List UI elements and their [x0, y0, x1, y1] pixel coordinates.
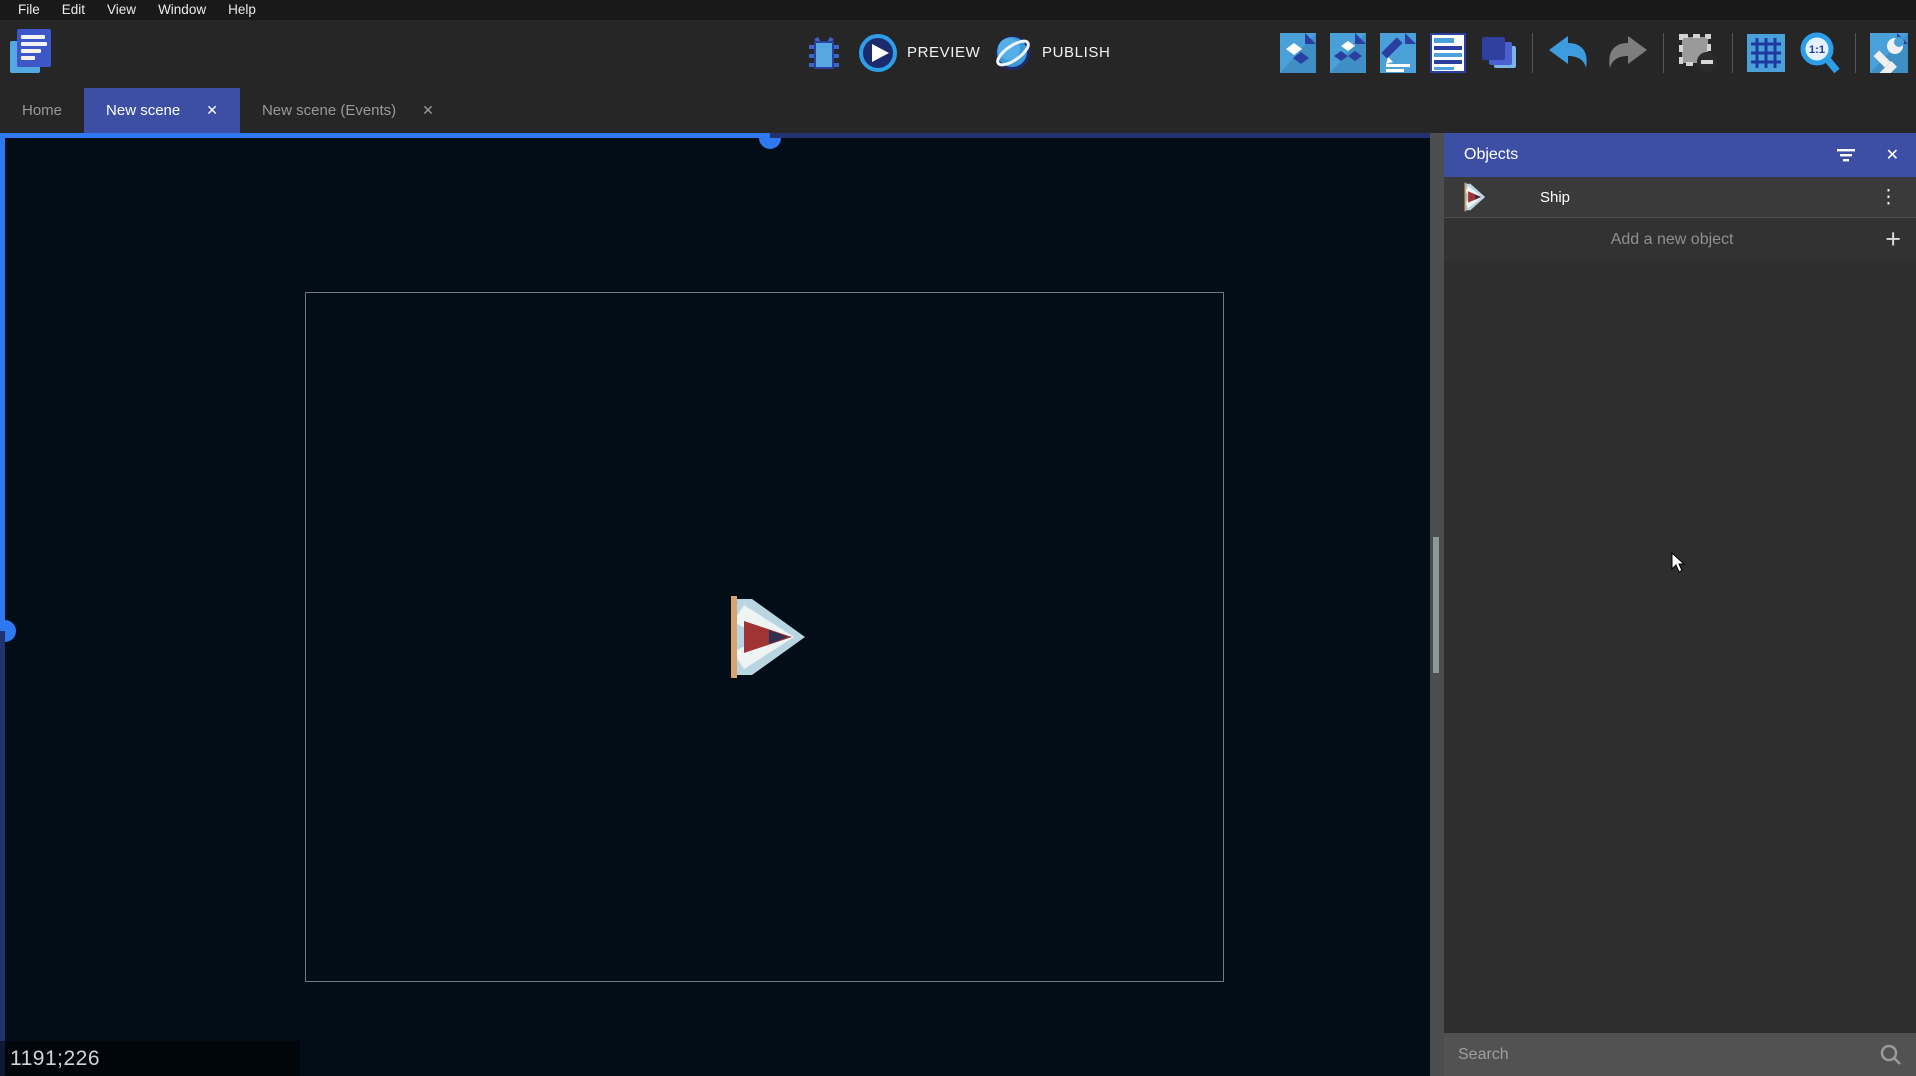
mouse-cursor — [1671, 552, 1687, 574]
project-manager-icon[interactable] — [10, 29, 54, 75]
gdevelop-window: File Edit View Window Help — [0, 0, 1916, 1076]
filter-button[interactable] — [1836, 148, 1856, 162]
main-toolbar: PREVIEW PUBLISH — [0, 20, 1916, 85]
toolbar-separator — [1855, 33, 1856, 73]
preview-label: PREVIEW — [907, 44, 980, 61]
undo-button[interactable] — [1547, 35, 1591, 71]
tab-close-icon[interactable]: ✕ — [422, 102, 434, 119]
doc-cubes-icon — [1330, 33, 1366, 73]
object-search-input[interactable] — [1458, 1046, 1880, 1064]
menu-view[interactable]: View — [96, 0, 147, 20]
menu-help[interactable]: Help — [217, 0, 267, 20]
toolbar-separator — [1732, 33, 1733, 73]
undo-icon — [1547, 35, 1591, 71]
redo-button[interactable] — [1605, 35, 1649, 71]
doc-cube-icon — [1280, 33, 1316, 73]
cursor-coordinates-box: 1191;226 — [0, 1041, 300, 1076]
toolbar-separator — [1532, 33, 1533, 73]
play-icon — [858, 33, 898, 73]
object-name: Ship — [1540, 189, 1875, 206]
search-icon — [1880, 1044, 1902, 1066]
filter-icon — [1836, 148, 1856, 162]
zoom-reset-button[interactable]: 1:1 — [1799, 31, 1841, 75]
object-menu-icon[interactable]: ⋮ — [1875, 188, 1902, 207]
plus-icon[interactable]: + — [1885, 226, 1901, 253]
layers-icon — [1480, 34, 1518, 72]
object-search-bar — [1444, 1033, 1916, 1076]
vertical-scrollbar-track[interactable] — [0, 631, 5, 1076]
cursor-coordinates: 1191;226 — [10, 1047, 100, 1071]
preview-button[interactable]: PREVIEW — [858, 20, 980, 85]
objects-panel-body — [1444, 261, 1916, 1033]
tab-new-scene[interactable]: New scene ✕ — [84, 88, 240, 133]
debugger-button[interactable] — [806, 20, 842, 85]
capture-region-button[interactable] — [1678, 33, 1718, 73]
publish-button[interactable]: PUBLISH — [993, 20, 1110, 85]
objects-panel-title: Objects — [1464, 146, 1836, 164]
open-properties-button[interactable] — [1380, 33, 1416, 73]
panel-scrollbar-thumb[interactable] — [1433, 537, 1439, 673]
panel-scrollbar-track[interactable] — [1430, 133, 1444, 1076]
vertical-scrollbar-thumb[interactable] — [5, 620, 16, 642]
scene-editor-canvas[interactable]: 1191;226 — [0, 133, 1430, 1076]
vertical-scrollbar[interactable] — [0, 133, 5, 631]
menu-window[interactable]: Window — [147, 0, 217, 20]
zoom-1-1-label: 1:1 — [1809, 44, 1825, 56]
bug-icon — [806, 32, 842, 74]
object-list-item-ship[interactable]: Ship ⋮ — [1444, 177, 1916, 218]
doc-wrench-icon — [1870, 33, 1908, 73]
objects-panel: Objects ✕ Ship ⋮ Add a new obj — [1444, 133, 1916, 1076]
grid-icon — [1747, 34, 1785, 72]
zoom-1-1-icon: 1:1 — [1799, 31, 1841, 75]
open-instances-list-button[interactable] — [1430, 33, 1466, 73]
ship-thumbnail-icon — [1462, 182, 1486, 212]
objects-panel-header: Objects ✕ — [1444, 133, 1916, 177]
open-objects-panel-button[interactable] — [1280, 33, 1316, 73]
globe-icon — [993, 33, 1033, 73]
panel-close-icon[interactable]: ✕ — [1886, 145, 1899, 165]
publish-label: PUBLISH — [1042, 44, 1110, 61]
toggle-grid-button[interactable] — [1747, 34, 1785, 72]
menu-file[interactable]: File — [7, 0, 51, 20]
scene-properties-button[interactable] — [1870, 33, 1908, 73]
add-object-button[interactable]: Add a new object + — [1444, 218, 1916, 261]
toolbar-separator — [1663, 33, 1664, 73]
open-object-groups-button[interactable] — [1330, 33, 1366, 73]
tab-bar: Home New scene ✕ New scene (Events) ✕ — [0, 85, 1916, 133]
capture-mask-icon — [1678, 33, 1718, 73]
doc-list-icon — [1430, 33, 1466, 73]
tab-new-scene-label: New scene — [106, 102, 180, 119]
menu-bar: File Edit View Window Help — [0, 0, 1916, 20]
toolbar-right-group: 1:1 — [1280, 20, 1908, 85]
tab-home-label: Home — [22, 102, 62, 119]
doc-pencil-icon — [1380, 33, 1416, 73]
open-layers-button[interactable] — [1480, 34, 1518, 72]
horizontal-scrollbar-thumb[interactable] — [759, 138, 781, 149]
horizontal-scrollbar[interactable] — [0, 133, 770, 138]
tab-new-scene-events[interactable]: New scene (Events) ✕ — [240, 88, 456, 133]
ship-sprite[interactable] — [722, 594, 808, 680]
tab-new-scene-events-label: New scene (Events) — [262, 102, 396, 119]
menu-edit[interactable]: Edit — [51, 0, 96, 20]
redo-icon — [1605, 35, 1649, 71]
horizontal-scrollbar-track[interactable] — [770, 133, 1430, 138]
tab-home[interactable]: Home — [0, 88, 84, 133]
tab-close-icon[interactable]: ✕ — [206, 102, 218, 119]
add-object-label: Add a new object — [1459, 231, 1885, 249]
